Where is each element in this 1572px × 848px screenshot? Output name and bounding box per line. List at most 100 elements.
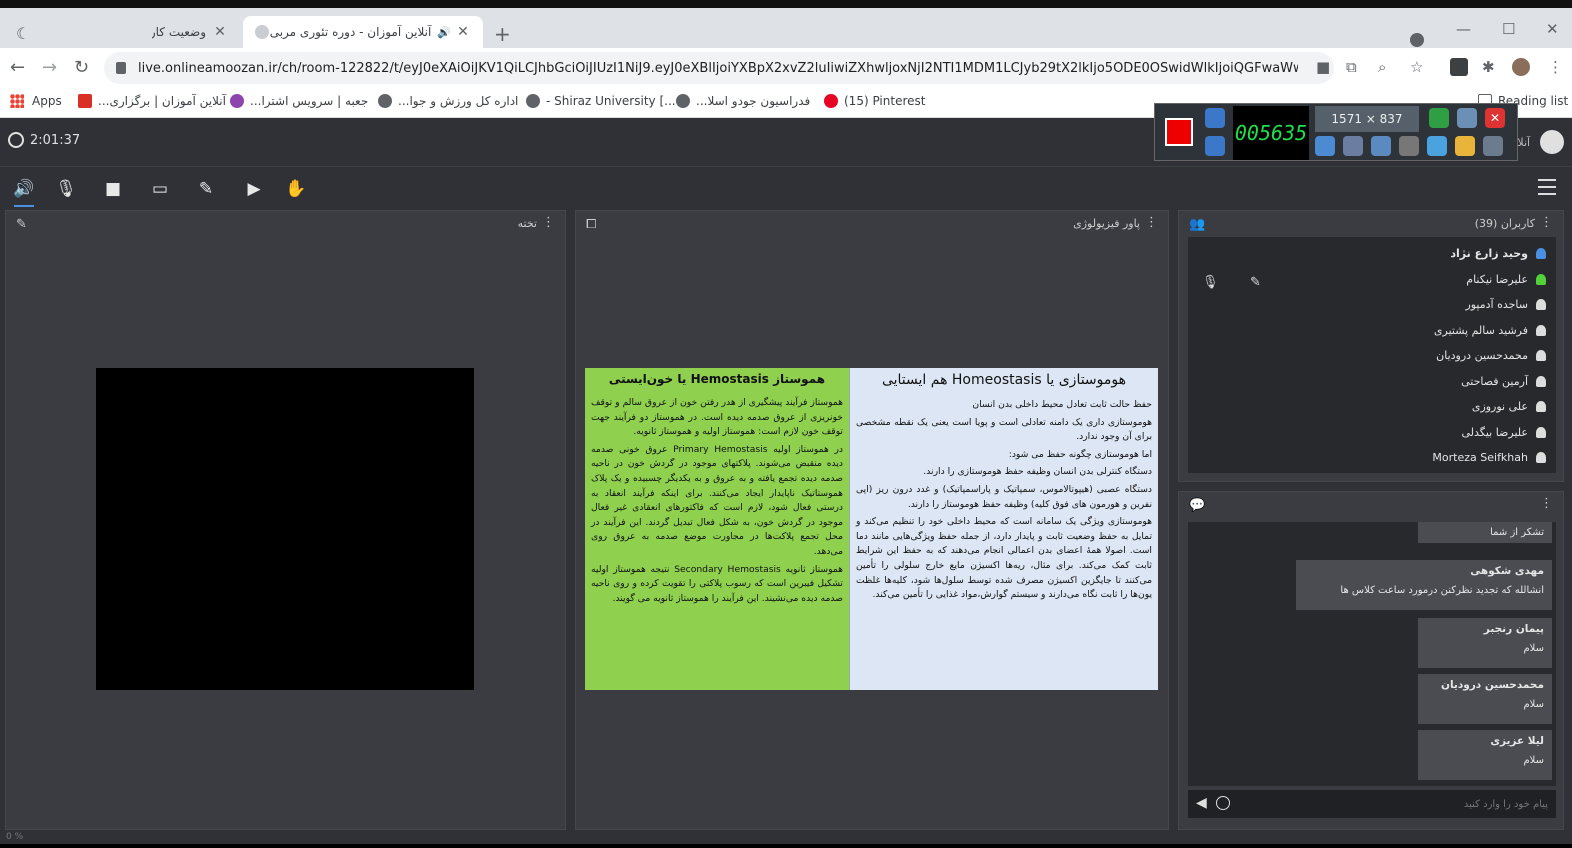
- draw-icon[interactable]: [1427, 136, 1447, 156]
- mic-icon[interactable]: 🎙: [1202, 275, 1219, 290]
- close-icon[interactable]: ✕: [212, 24, 228, 40]
- presentation-icon[interactable]: ▶: [242, 177, 266, 201]
- chat-sender: لیلا عزیزی: [1490, 735, 1544, 747]
- folder-icon[interactable]: [1455, 136, 1475, 156]
- mic-icon[interactable]: [1343, 136, 1363, 156]
- globe-icon: [676, 94, 690, 108]
- slide-paragraph: دستگاه عصبی (هیپوتالاموس، سمپاتیک و پارا…: [856, 483, 1152, 510]
- pen-icon[interactable]: ✎: [16, 217, 27, 232]
- list-item[interactable]: Morteza Seifkhah: [1432, 446, 1546, 468]
- user-name: علی نوروزی: [1471, 399, 1528, 413]
- send-icon[interactable]: ◀: [1196, 795, 1207, 811]
- list-item[interactable]: فرشید سالم پشتیری: [1434, 319, 1546, 341]
- presentation-panel: ⧠ پاور فیزیولوژی ⋮ هموستاز Hemostasis یا…: [575, 210, 1169, 830]
- panel-menu-icon[interactable]: ⋮: [542, 215, 555, 230]
- close-icon[interactable]: ✕: [1485, 108, 1505, 128]
- settings-icon[interactable]: [1483, 136, 1503, 156]
- close-icon[interactable]: ✕: [455, 24, 471, 40]
- whiteboard-canvas[interactable]: [96, 368, 474, 690]
- chat-message-text: تشکر از شما: [1490, 527, 1544, 538]
- bookmark-apps[interactable]: Apps: [10, 94, 62, 108]
- slide-hemostasis-column: هموستاز Hemostasis یا خون‌ایستی هموستاز …: [585, 368, 849, 690]
- slide-paragraph: اما هوموستازی چگونه حفظ می شود:: [1008, 448, 1152, 460]
- lock-icon[interactable]: [116, 62, 126, 74]
- slide-paragraph: هموستاز ثانویه Secondary Hemostasis نتیج…: [591, 563, 843, 604]
- list-item[interactable]: ساجده آدمپور: [1465, 293, 1546, 315]
- presentation-title: پاور فیزیولوژی: [1073, 217, 1140, 230]
- bookmark-label: فدراسیون جودو اسلا...: [696, 94, 811, 108]
- region-icon[interactable]: [1429, 108, 1449, 128]
- list-item[interactable]: آرمین فصاحتی: [1461, 370, 1546, 392]
- new-tab-button[interactable]: +: [494, 22, 511, 46]
- bookmark-label: Apps: [32, 94, 62, 108]
- audio-playing-icon[interactable]: 🔊: [437, 26, 455, 39]
- browser-toolbar: ← → ↻ live.onlineamoozan.ir/ch/room-1228…: [0, 48, 1572, 88]
- emoji-icon[interactable]: [1216, 796, 1230, 810]
- camera-indicator-icon[interactable]: ■: [1316, 58, 1330, 76]
- slide-paragraph: هوموستازی ویژگی یک سامانه است که محیط دا…: [856, 516, 1152, 601]
- translate-icon[interactable]: ⧉: [1346, 58, 1357, 76]
- profile-avatar-icon[interactable]: [1512, 58, 1530, 76]
- user-icon: [1536, 298, 1546, 310]
- pen-icon[interactable]: ✎: [194, 177, 218, 201]
- list-item[interactable]: محمدحسین درودیان: [1436, 344, 1546, 366]
- user-name: آرمین فصاحتی: [1461, 374, 1528, 388]
- presentation-icon[interactable]: ⧠: [586, 217, 596, 232]
- webcam-icon[interactable]: [1371, 136, 1391, 156]
- panel-menu-icon[interactable]: ⋮: [1540, 496, 1553, 511]
- pause-icon[interactable]: [1205, 136, 1225, 156]
- profile-indicator-icon[interactable]: [1410, 33, 1424, 47]
- user-list: 🎙 ✎ وحید زارع نژاد علیرضا نیکنام ساجده آ…: [1188, 237, 1556, 473]
- menu-kebab-icon[interactable]: ⋮: [1548, 58, 1563, 76]
- tab-title: وضعیت کاربر: [152, 25, 206, 39]
- pen-icon[interactable]: ✎: [1250, 275, 1261, 290]
- screenshot-icon[interactable]: [1205, 108, 1225, 128]
- speaker-icon[interactable]: [1315, 136, 1335, 156]
- tab-online-class[interactable]: آنلاین آموزان - دوره تئوری مربی 🔊 ✕: [243, 16, 483, 48]
- mic-muted-icon[interactable]: 🎙: [54, 177, 78, 201]
- bookmark-shiraz-university[interactable]: - Shiraz University [...: [526, 94, 676, 108]
- url-text[interactable]: live.onlineamoozan.ir/ch/room-122822/t/e…: [138, 61, 1298, 76]
- bookmark-pinterest[interactable]: (15) Pinterest: [824, 94, 925, 108]
- forward-icon[interactable]: →: [42, 57, 57, 78]
- record-stop-button[interactable]: [1165, 118, 1193, 146]
- zoom-icon[interactable]: ⌕: [1378, 58, 1386, 76]
- bookmark-label: جعبه | سرویس اشترا...: [250, 94, 369, 108]
- chat-messages[interactable]: تشکر از شما مهدی شکوهی انشالله که تجدید …: [1188, 522, 1556, 786]
- extensions-puzzle-icon[interactable]: ✱: [1482, 58, 1495, 76]
- screen-share-icon[interactable]: ▭: [148, 177, 172, 201]
- panel-menu-icon[interactable]: ⋮: [1145, 215, 1158, 230]
- users-icon: 👥: [1189, 217, 1206, 232]
- tab-user-status[interactable]: وضعیت کاربر ✕: [140, 16, 240, 48]
- reload-icon[interactable]: ↻: [74, 57, 89, 78]
- address-bar[interactable]: live.onlineamoozan.ir/ch/room-122822/t/e…: [104, 52, 1334, 84]
- list-item[interactable]: علی نوروزی: [1472, 395, 1546, 417]
- extension-grid-icon[interactable]: [1450, 58, 1468, 76]
- list-item[interactable]: علیرضا بیگدلی: [1461, 421, 1546, 443]
- night-mode-icon[interactable]: ☾: [16, 24, 30, 43]
- maximize-icon[interactable]: ☐: [1502, 20, 1515, 38]
- minimize-icon[interactable]: [1457, 108, 1477, 128]
- bookmark-sport-office[interactable]: اداره کل ورزش و جوا...: [378, 94, 518, 108]
- window-close-icon[interactable]: ✕: [1546, 20, 1559, 38]
- user-avatar-icon[interactable]: [1540, 130, 1564, 154]
- bookmark-onlineamoozan[interactable]: آنلاین آموزان | برگزاری...: [78, 94, 226, 108]
- status-text: 0 %: [6, 832, 24, 842]
- camera-icon[interactable]: ■: [101, 177, 125, 201]
- bookmark-jabe[interactable]: جعبه | سرویس اشترا...: [230, 94, 368, 108]
- list-item[interactable]: علیرضا نیکنام: [1466, 268, 1546, 290]
- screen-recorder-widget: 005635 1571 × 837 ✕: [1154, 103, 1518, 161]
- raise-hand-icon[interactable]: ✋: [284, 177, 308, 201]
- back-icon[interactable]: ←: [10, 57, 25, 78]
- list-item[interactable]: وحید زارع نژاد: [1450, 242, 1546, 264]
- minimize-icon[interactable]: —: [1456, 20, 1471, 38]
- panel-menu-icon[interactable]: ⋮: [1540, 215, 1553, 230]
- cursor-icon[interactable]: [1399, 136, 1419, 156]
- bookmark-judo-federation[interactable]: فدراسیون جودو اسلا...: [676, 94, 810, 108]
- speaker-icon[interactable]: 🔊: [12, 177, 36, 207]
- menu-icon[interactable]: [1538, 179, 1556, 195]
- flag-icon: [78, 94, 92, 108]
- bookmark-star-icon[interactable]: ☆: [1410, 58, 1423, 76]
- chat-input[interactable]: [1248, 798, 1548, 810]
- users-title: کاربران (39): [1474, 217, 1535, 230]
